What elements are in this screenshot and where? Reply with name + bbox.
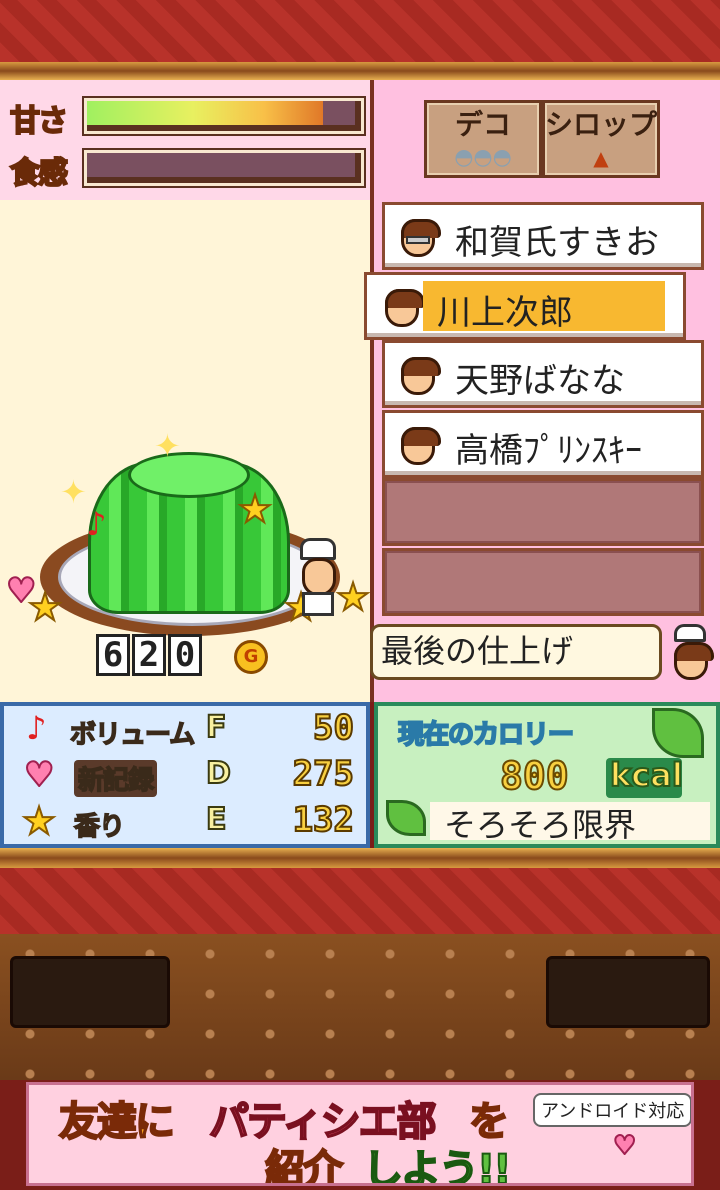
calorie-value: 800 [499, 753, 570, 799]
panel-divider [370, 80, 374, 702]
judge-avatar-icon [385, 289, 425, 327]
sweetness-meter-fill [87, 101, 323, 125]
star-icon: ★ [21, 799, 57, 843]
stat-label: 香り [73, 811, 126, 843]
left-dark-button[interactable] [10, 956, 170, 1028]
empty-judge-slot [382, 548, 704, 616]
top-trim [0, 62, 720, 80]
judge-name: 和賀氏すきお [455, 223, 659, 263]
ad-text: 友達に [58, 1098, 176, 1146]
calorie-unit: kcal [609, 755, 684, 795]
price-digit: 0 [168, 634, 202, 676]
heart-icon: ♥ [612, 1130, 637, 1162]
judge-card[interactable]: 和賀氏すきお [382, 202, 704, 270]
jelly-top [128, 452, 250, 498]
syrup-tab-label: シロップ [545, 108, 658, 141]
deco-tab-label: デコ [454, 108, 511, 141]
syrup-tab-button[interactable]: シロップ ▲ [542, 100, 660, 178]
price-digit: 6 [96, 634, 130, 676]
sweetness-meter [82, 96, 366, 136]
judge-avatar-icon [401, 427, 441, 465]
heart-icon: ♥ [23, 755, 56, 795]
music-note-icon: ♪ [26, 709, 47, 747]
bottom-trim [0, 848, 720, 868]
ad-banner[interactable]: 友達に パティシエ部 を 紹介 しよう!! アンドロイド対応 ♥ [26, 1082, 694, 1186]
ad-text: 紹介 [264, 1146, 344, 1186]
music-note-icon: ♪ [86, 505, 107, 543]
calorie-status: そろそろ限界 [444, 806, 637, 844]
star-icon: ★ [335, 575, 371, 619]
judge-avatar-icon [401, 219, 441, 257]
deco-tab-button[interactable]: デコ ◓◓◓ [424, 100, 542, 178]
judge-name: 天野ばなな [455, 361, 625, 401]
judge-card-selected[interactable]: 川上次郎 [364, 272, 686, 340]
top-banner [0, 0, 720, 62]
stat-grade: D [205, 755, 232, 792]
deco-icon: ◓◓◓ [454, 145, 512, 170]
stat-value: 275 [292, 753, 355, 795]
stat-value: 50 [312, 707, 355, 749]
judge-name: 川上次郎 [437, 293, 573, 333]
empty-judge-slot [382, 478, 704, 546]
chef-hat [300, 538, 336, 560]
chef-character [298, 538, 338, 618]
stat-grade: E [205, 801, 227, 838]
right-dark-button[interactable] [546, 956, 710, 1028]
star-icon: ★ [27, 585, 63, 629]
price-digit: 2 [132, 634, 166, 676]
chef-hat [674, 624, 706, 642]
judge-name: 高橋ﾌﾟﾘﾝｽｷｰ [455, 431, 642, 471]
stat-value: 132 [292, 799, 355, 841]
judge-card[interactable]: 天野ばなな [382, 340, 704, 408]
texture-meter-track [87, 153, 355, 177]
sweetness-label: 甘さ [9, 103, 69, 140]
ad-text: しよう!! [362, 1146, 512, 1186]
stat-grade: F [205, 709, 227, 746]
assistant-character [670, 624, 714, 684]
texture-meter [82, 148, 366, 188]
chef-face [302, 558, 336, 596]
judge-avatar-icon [401, 357, 441, 395]
bottom-banner [0, 868, 720, 934]
chef-body [302, 592, 334, 616]
assistant-face [674, 642, 714, 680]
speech-bubble: 最後の仕上げ [370, 624, 662, 680]
syrup-icon: ▲ [593, 146, 609, 170]
ad-tag: アンドロイド対応 [533, 1093, 691, 1127]
judge-card[interactable]: 高橋ﾌﾟﾘﾝｽｷｰ [382, 410, 704, 478]
calorie-title: 現在のカロリー [397, 719, 575, 751]
speech-bubble-text: 最後の仕上げ [381, 632, 574, 670]
gold-coin-icon: G [234, 640, 268, 674]
sparkle-icon: ✦ [60, 473, 87, 511]
sparkle-icon: ✦ [154, 427, 181, 465]
texture-label: 食感 [9, 155, 69, 192]
star-icon: ★ [237, 487, 273, 531]
stat-label: ボリューム [69, 719, 196, 751]
stat-label: 新記録 [74, 760, 158, 797]
